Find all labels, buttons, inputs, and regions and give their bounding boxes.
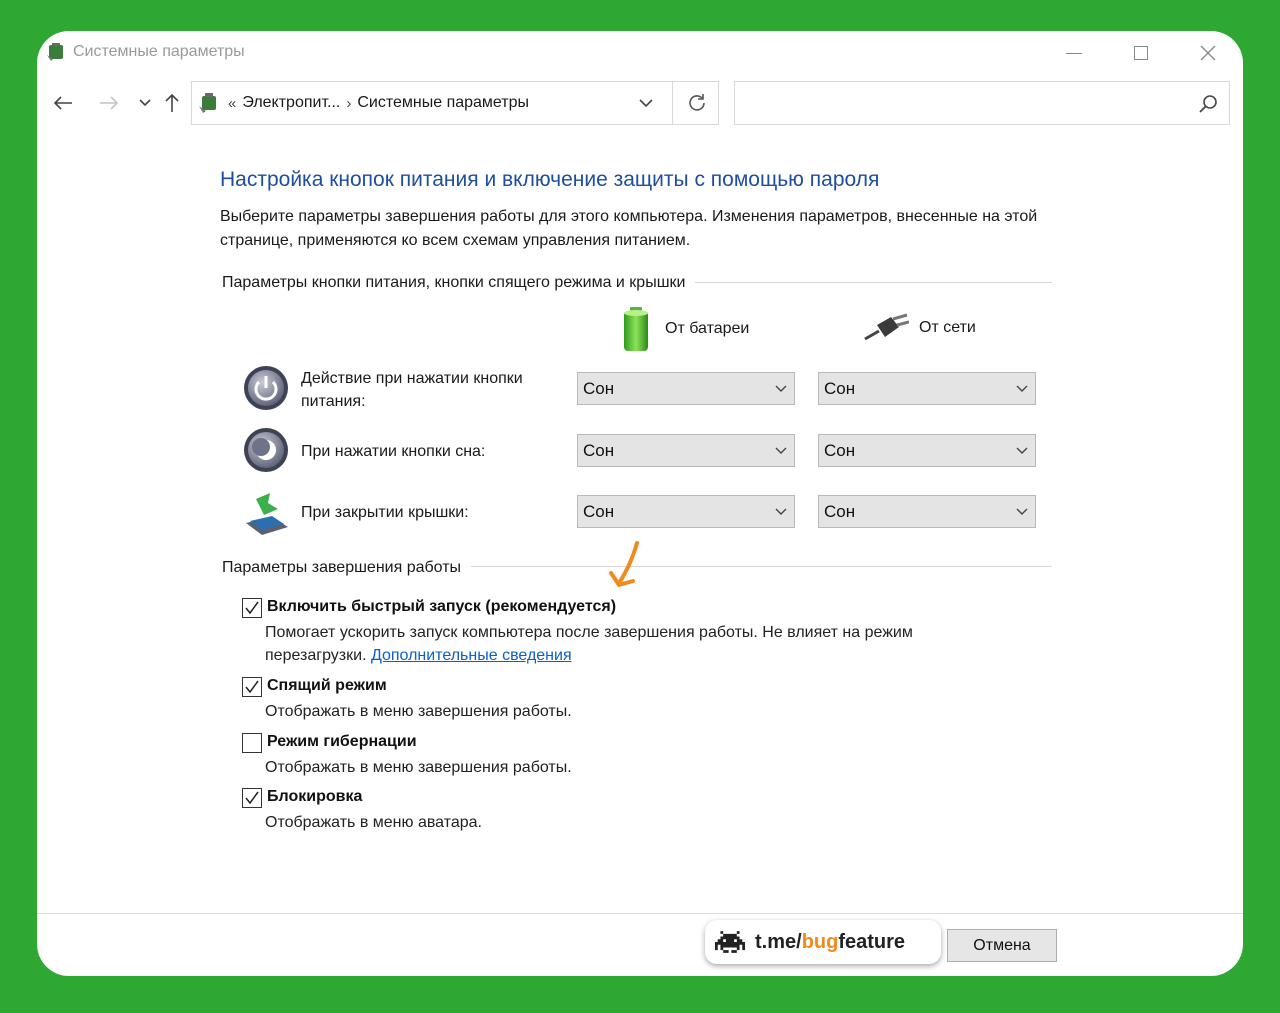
chevron-down-icon: [1016, 447, 1028, 454]
refresh-button[interactable]: [672, 82, 720, 124]
forward-button[interactable]: [95, 90, 123, 116]
watermark-text: t.me/bugfeature: [755, 931, 905, 954]
navigation-bar: « Электропит... › Системные параметры: [37, 81, 1243, 125]
space-invader-icon: [715, 931, 745, 953]
lock-checkbox[interactable]: [242, 788, 262, 808]
watermark-prefix: t.me/: [755, 930, 802, 953]
title-bar: Системные параметры: [37, 31, 1243, 75]
sleep-button-action-label: При нажатии кнопки сна:: [301, 443, 486, 460]
fast-startup-description: Помогает ускорить запуск компьютера посл…: [265, 621, 1005, 667]
sleep-button-icon: [244, 428, 288, 472]
lid-close-action-label: При закрытии крышки:: [301, 504, 469, 521]
search-icon: [1199, 95, 1217, 113]
close-icon: [1200, 45, 1216, 61]
breadcrumb-overflow[interactable]: «: [228, 95, 236, 112]
maximize-button[interactable]: [1108, 33, 1174, 73]
sleep-checkbox[interactable]: [242, 677, 262, 697]
arrow-right-icon: [100, 96, 119, 110]
maximize-icon: [1134, 46, 1148, 60]
watermark-highlight: bug: [801, 930, 839, 953]
footer-divider: [37, 913, 1243, 914]
fast-startup-label[interactable]: Включить быстрый запуск (рекомендуется): [267, 598, 616, 616]
lid-close-battery-select[interactable]: Сон: [577, 495, 795, 528]
select-value: Сон: [583, 379, 615, 398]
sleep-button-battery-select[interactable]: Сон: [577, 434, 795, 467]
select-value: Сон: [824, 379, 856, 398]
buttons-group-label: Параметры кнопки питания, кнопки спящего…: [222, 274, 696, 292]
watermark-suffix: feature: [838, 930, 906, 953]
sleep-description: Отображать в меню завершения работы.: [265, 703, 572, 720]
battery-icon: [624, 307, 648, 351]
checkmark-icon: [245, 680, 259, 694]
chevron-down-icon: [139, 99, 151, 107]
power-options-icon: [47, 43, 63, 61]
page-description: Выберите параметры завершения работы для…: [220, 208, 1038, 249]
arrow-left-icon: [53, 96, 72, 110]
breadcrumb-separator[interactable]: ›: [346, 95, 351, 112]
back-button[interactable]: [49, 90, 77, 116]
chevron-down-icon: [775, 385, 787, 392]
power-button-icon: [244, 366, 288, 410]
annotation-arrow-icon: [609, 541, 639, 587]
shutdown-group-label: Параметры завершения работы: [222, 559, 472, 577]
select-value: Сон: [583, 502, 615, 521]
chevron-down-icon: [1016, 385, 1028, 392]
sleep-button-ac-select[interactable]: Сон: [818, 434, 1036, 467]
up-button[interactable]: [158, 90, 186, 116]
chevron-down-icon: [775, 447, 787, 454]
laptop-lid-icon: [246, 493, 288, 535]
window-title: Системные параметры: [73, 43, 245, 60]
watermark-badge: t.me/bugfeature: [705, 920, 941, 964]
sleep-label[interactable]: Спящий режим: [267, 677, 387, 695]
cancel-button[interactable]: Отмена: [947, 929, 1057, 962]
ac-column-label: От сети: [919, 319, 976, 336]
battery-column-header: От батареи: [621, 305, 749, 353]
address-dropdown-icon[interactable]: [636, 93, 656, 113]
address-bar[interactable]: « Электропит... › Системные параметры: [191, 81, 719, 125]
select-value: Сон: [583, 441, 615, 460]
hibernate-checkbox[interactable]: [242, 733, 262, 753]
hibernate-description: Отображать в меню завершения работы.: [265, 759, 572, 776]
minimize-button[interactable]: [1041, 33, 1107, 73]
minimize-icon: [1066, 52, 1082, 54]
recent-locations-button[interactable]: [131, 90, 159, 116]
checkmark-icon: [245, 791, 259, 805]
chevron-down-icon: [775, 508, 787, 515]
fast-startup-desc-text: Помогает ускорить запуск компьютера посл…: [265, 624, 913, 664]
close-button[interactable]: [1175, 33, 1241, 73]
breadcrumb-system-settings[interactable]: Системные параметры: [357, 94, 529, 112]
select-value: Сон: [824, 502, 856, 521]
select-value: Сон: [824, 441, 856, 460]
refresh-icon: [688, 94, 705, 111]
power-button-battery-select[interactable]: Сон: [577, 372, 795, 405]
hibernate-label[interactable]: Режим гибернации: [267, 733, 417, 751]
checkmark-icon: [245, 601, 259, 615]
breadcrumb-power-options[interactable]: Электропит...: [242, 94, 340, 112]
ac-column-header: От сети: [863, 313, 976, 343]
more-info-link[interactable]: Дополнительные сведения: [371, 647, 572, 664]
lock-label[interactable]: Блокировка: [267, 788, 362, 806]
page-title: Настройка кнопок питания и включение защ…: [220, 168, 880, 191]
window: Системные параметры « Электропит... › Си…: [37, 31, 1243, 976]
arrow-up-icon: [165, 93, 179, 112]
battery-column-label: От батареи: [665, 320, 750, 337]
search-input[interactable]: [734, 81, 1230, 125]
power-plug-icon: [864, 313, 909, 341]
power-options-icon: [199, 93, 216, 113]
lock-description: Отображать в меню аватара.: [265, 814, 482, 831]
chevron-down-icon: [1016, 508, 1028, 515]
lid-close-ac-select[interactable]: Сон: [818, 495, 1036, 528]
power-button-ac-select[interactable]: Сон: [818, 372, 1036, 405]
fast-startup-checkbox[interactable]: [242, 598, 262, 618]
power-button-action-label: Действие при нажатии кнопки питания:: [301, 370, 523, 410]
